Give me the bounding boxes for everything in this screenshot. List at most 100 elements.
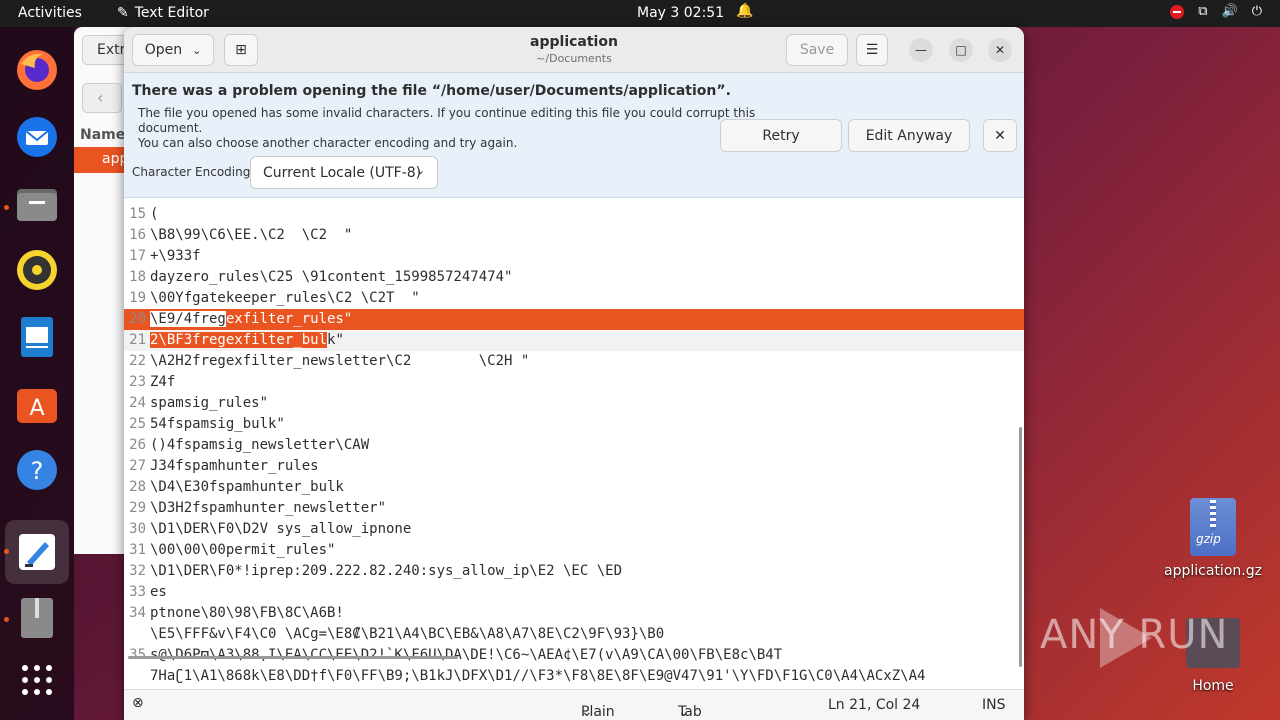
horizontal-scrollbar[interactable]: [128, 656, 458, 659]
line-number: 29: [129, 500, 146, 516]
line-number: 17: [129, 248, 146, 264]
line-number: 25: [129, 416, 146, 432]
line-text: 2\BF3fregexfilter_bulk": [150, 330, 344, 351]
text-editor-icon[interactable]: [5, 520, 69, 584]
window-subtitle: ~/Documents: [536, 52, 612, 65]
line-text: \E5\FFF&v\F4\C0 \ACg=\E8₡\B21\A4\BC\EB&\…: [150, 626, 665, 642]
vertical-scrollbar[interactable]: [1019, 427, 1022, 667]
writer-icon[interactable]: [14, 314, 60, 360]
editor-line[interactable]: 7Haʗ1\A1\868k\E8\DD†f\F0\FF\B9;\B1kJ\DFX…: [124, 666, 1024, 687]
line-number: 23: [129, 374, 146, 390]
close-button[interactable]: ✕: [988, 38, 1012, 62]
editor-line[interactable]: 21 2\BF3fregexfilter_bulk": [124, 330, 1024, 351]
line-number: 24: [129, 395, 146, 411]
firefox-icon[interactable]: [14, 47, 60, 93]
line-text: \E9/4fregexfilter_rules": [150, 309, 353, 330]
insert-mode[interactable]: INS: [982, 697, 1006, 713]
dock: A ?: [0, 27, 74, 720]
line-text: \00\00\00permit_rules": [150, 542, 336, 558]
help-icon[interactable]: ?: [14, 447, 60, 493]
text-view[interactable]: 15(16 \B8\99\C6\EE.\C2 \C2 " 17 +\933f 18 day…: [124, 198, 1024, 689]
editor-line[interactable]: 33 es: [124, 582, 1024, 603]
line-text: (: [150, 206, 159, 222]
line-text-after-selection: k": [327, 332, 344, 348]
line-text: J34fspamhunter_rules: [150, 458, 319, 474]
gzip-icon-label: gzip: [1196, 532, 1221, 546]
header-bar: Open ⌄ ⊞ application ~/Documents Save ☰ …: [124, 27, 1024, 73]
line-text: \00Yfgatekeeper_rules\C2 \C2T ": [150, 290, 420, 306]
thunderbird-icon[interactable]: [14, 114, 60, 160]
close-circle-icon[interactable]: ⊗: [132, 695, 144, 711]
archive-icon[interactable]: [14, 595, 60, 641]
close-icon: ✕: [994, 127, 1006, 144]
maximize-icon: □: [955, 43, 967, 57]
network-icon: ⧉: [1198, 4, 1208, 19]
line-number: 33: [129, 584, 146, 600]
home-folder-label[interactable]: Home: [1180, 678, 1246, 694]
editor-line[interactable]: 29 \D3H2fspamhunter_newsletter": [124, 498, 1024, 519]
name-column-header[interactable]: Name: [80, 127, 125, 143]
app-center-icon[interactable]: A: [14, 380, 60, 426]
retry-button[interactable]: Retry: [720, 119, 842, 152]
bell-icon[interactable]: 🔔: [736, 3, 753, 19]
editor-line[interactable]: 15(: [124, 204, 1024, 225]
editor-line[interactable]: 18 dayzero_rules\C25 \91content_159985724…: [124, 267, 1024, 288]
line-text: \D1\DER\F0*!iprep:209.222.82.240:sys_all…: [150, 563, 623, 579]
editor-line[interactable]: 34 ptnone\80\98\FB\8C\A6B!: [124, 603, 1024, 624]
editor-line[interactable]: 27 J34fspamhunter_rules: [124, 456, 1024, 477]
main-menu-button[interactable]: ☰: [856, 34, 888, 66]
line-text: 54fspamsig_bulk": [150, 416, 285, 432]
editor-line[interactable]: 24 spamsig_rules": [124, 393, 1024, 414]
editor-line[interactable]: 16 \B8\99\C6\EE.\C2 \C2 ": [124, 225, 1024, 246]
desktop-file-label[interactable]: application.gz: [1160, 563, 1266, 579]
selected-text: exfilter_rules": [225, 311, 353, 327]
editor-line[interactable]: 28 \D4\E30fspamhunter_bulk: [124, 477, 1024, 498]
editor-line[interactable]: 22 \A2H2fregexfilter_newsletter\C2 \C2H ": [124, 351, 1024, 372]
minimize-button[interactable]: —: [909, 38, 933, 62]
infobar-message-line: The file you opened has some invalid cha…: [138, 106, 756, 120]
app-menu[interactable]: ✎ Text Editor: [117, 5, 209, 21]
files-icon[interactable]: [14, 180, 60, 226]
line-text: +\933f: [150, 248, 201, 264]
line-text: ()4fspamsig_newsletter\CAW: [150, 437, 370, 453]
editor-line[interactable]: 20 \E9/4fregexfilter_rules": [124, 309, 1024, 330]
volume-icon: 🔊: [1221, 4, 1238, 19]
status-bar: ⊗ Plain Text ⌄ Tab Width: 8 ⌄ Ln 21, Col…: [124, 689, 1024, 720]
chevron-down-icon: ⌄: [581, 704, 593, 720]
editor-line[interactable]: 25 54fspamsig_bulk": [124, 414, 1024, 435]
edit-anyway-button[interactable]: Edit Anyway: [848, 119, 970, 152]
show-apps-icon[interactable]: [14, 657, 60, 703]
editor-line[interactable]: 32 \D1\DER\F0*!iprep:209.222.82.240:sys_a…: [124, 561, 1024, 582]
editor-line[interactable]: 31 \00\00\00permit_rules": [124, 540, 1024, 561]
editor-line[interactable]: 17 +\933f: [124, 246, 1024, 267]
editor-line[interactable]: 23 Z4f: [124, 372, 1024, 393]
power-icon: ⏻: [1251, 4, 1262, 19]
line-number: 34: [129, 605, 146, 621]
infobar-title: There was a problem opening the file “/h…: [132, 83, 731, 99]
line-number: 15: [129, 206, 146, 222]
editor-line[interactable]: 30 \D1\DER\F0\D2V sys_allow_ipnone: [124, 519, 1024, 540]
cursor-position[interactable]: Ln 21, Col 24: [828, 697, 920, 713]
encoding-label: Character Encoding:: [132, 165, 255, 179]
line-number: 18: [129, 269, 146, 285]
save-button[interactable]: Save: [786, 34, 848, 66]
line-text: \D1\DER\F0\D2V sys_allow_ipnone: [150, 521, 412, 537]
system-tray[interactable]: ⧉ 🔊 ⏻: [1170, 4, 1262, 19]
infobar-close-button[interactable]: ✕: [983, 119, 1017, 152]
gzip-file-icon[interactable]: gzip: [1190, 498, 1236, 556]
line-text: dayzero_rules\C25 \91content_15998572474…: [150, 269, 513, 285]
rhythmbox-icon[interactable]: [14, 247, 60, 293]
editor-line[interactable]: 26 ()4fspamsig_newsletter\CAW: [124, 435, 1024, 456]
editor-line[interactable]: 19 \00Yfgatekeeper_rules\C2 \C2T ": [124, 288, 1024, 309]
activities-button[interactable]: Activities: [18, 5, 82, 21]
editor-line[interactable]: \E5\FFF&v\F4\C0 \ACg=\E8₡\B21\A4\BC\EB&\…: [124, 624, 1024, 645]
line-text: \A2H2fregexfilter_newsletter\C2 \C2H ": [150, 353, 530, 369]
encoding-select-value: Current Locale (UTF-8): [263, 165, 422, 181]
back-button[interactable]: ‹: [82, 83, 122, 113]
line-number: 21: [129, 332, 146, 348]
maximize-button[interactable]: □: [949, 38, 973, 62]
top-bar: Activities ✎ Text Editor May 3 02:51 🔔 ⧉…: [0, 0, 1280, 27]
encoding-select[interactable]: Current Locale (UTF-8) ⌄: [250, 156, 438, 189]
svg-text:A: A: [29, 396, 44, 421]
clock[interactable]: May 3 02:51: [637, 5, 724, 21]
